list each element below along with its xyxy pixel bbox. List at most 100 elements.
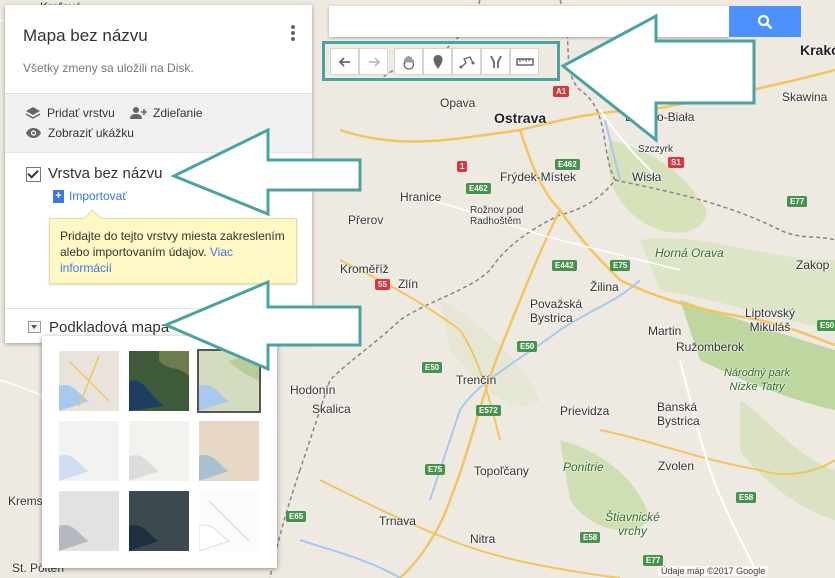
save-status: Všetky zmeny sa uložili na Disk. <box>23 61 194 75</box>
basemap-thumb-whitewater[interactable] <box>199 491 259 551</box>
map-city-label: Rožnov pod Radhoštěm <box>470 205 524 227</box>
draw-line-button[interactable] <box>452 48 481 75</box>
road-shield: E50 <box>422 362 443 373</box>
map-city-label: Hodonín <box>290 383 336 397</box>
road-shield: E65 <box>286 511 307 522</box>
draw-line-icon <box>459 55 474 68</box>
add-layer-label: Pridať vrstvu <box>47 106 115 120</box>
map-city-label: Hranice <box>400 190 442 204</box>
road-shield: S1 <box>668 157 684 168</box>
road-shield: E442 <box>552 260 577 271</box>
marker-icon <box>433 54 442 69</box>
road-shield: E50 <box>517 341 538 352</box>
road-shield: E77 <box>643 555 664 566</box>
search-icon <box>757 14 773 29</box>
map-attribution: Údaje máp ©2017 Google <box>658 566 769 576</box>
search-input[interactable] <box>329 6 729 37</box>
basemap-thumb-light-landmass[interactable] <box>59 491 119 551</box>
map-city-label: Szczyrk <box>638 144 673 155</box>
map-city-label: Skawina <box>782 90 828 104</box>
map-city-label: Nitra <box>470 532 496 546</box>
search-button[interactable] <box>729 6 801 37</box>
map-city-label: Ružomberok <box>676 340 745 354</box>
basemap-thumb-simple-atlas[interactable] <box>199 421 259 481</box>
map-city-label: Ostrava <box>494 110 547 126</box>
undo-icon <box>338 56 350 67</box>
map-city-label: Krakó <box>800 42 835 58</box>
add-marker-button[interactable] <box>423 48 452 75</box>
add-directions-button[interactable] <box>481 48 510 75</box>
basemap-thumb-dark-landmass[interactable] <box>129 491 189 551</box>
map-toolbar <box>322 41 560 81</box>
ruler-icon <box>515 57 534 66</box>
panel-actions: Pridať vrstvu Zdieľanie Zobraziť ukážku <box>5 93 312 153</box>
road-shield: 1 <box>457 161 468 172</box>
map-region-label: Štiavnické vrchy <box>605 510 660 538</box>
map-city-label: Trnava <box>379 514 416 528</box>
layer-name[interactable]: Vrstva bez názvu <box>48 165 163 182</box>
map-region-label: Národný park Nízke Tatry <box>723 367 791 393</box>
more-options-icon[interactable] <box>289 25 297 43</box>
road-shield: E58 <box>580 532 601 543</box>
map-title[interactable]: Mapa bez názvu <box>23 26 148 46</box>
road-shield: A1 <box>553 86 570 97</box>
road-shield: E50 <box>817 320 835 331</box>
road-shield: E75 <box>425 464 446 475</box>
import-label: Importovať <box>69 189 127 203</box>
map-city-label: Opava <box>440 96 476 110</box>
map-city-label: Zakop <box>796 258 830 272</box>
basemap-thumb-satellite[interactable] <box>129 351 189 411</box>
route-icon <box>489 55 502 68</box>
add-layer-button[interactable]: Pridať vrstvu <box>25 106 115 120</box>
basemap-thumb-mono-city[interactable] <box>129 421 189 481</box>
map-city-label: Topoľčany <box>474 464 529 478</box>
undo-button[interactable] <box>330 48 359 75</box>
basemap-label: Podkladová mapa <box>49 319 170 336</box>
panel-header: Mapa bez názvu Všetky zmeny sa uložili n… <box>5 5 312 93</box>
map-city-label: Považská Bystrica <box>530 297 583 325</box>
preview-label: Zobraziť ukážku <box>48 126 134 140</box>
road-shield: E572 <box>476 405 501 416</box>
map-city-label: Zvolen <box>658 459 695 473</box>
map-city-label: Trenčín <box>456 373 497 387</box>
preview-button[interactable]: Zobraziť ukážku <box>25 126 134 140</box>
import-link[interactable]: + Importovať <box>53 189 127 203</box>
basemap-gallery <box>42 336 277 568</box>
map-city-label: Prievidza <box>560 404 610 418</box>
map-city-label: Krems <box>8 494 43 508</box>
map-city-label: Zlín <box>398 277 419 291</box>
chevron-down-icon[interactable] <box>28 321 41 333</box>
map-city-label: Liptovský Mikuláš <box>744 306 796 334</box>
road-shield: E77 <box>787 196 808 207</box>
basemap-thumb-terrain[interactable] <box>197 349 261 413</box>
road-shield: E58 <box>736 492 757 503</box>
hand-icon <box>402 55 414 70</box>
tip-text: Pridajte do tejto vrstvy miesta zakresle… <box>60 229 285 259</box>
road-shield: E75 <box>610 260 631 271</box>
map-region-label: Horná Orava <box>655 246 724 260</box>
map-city-label: Banská Bystrica <box>657 400 700 428</box>
layer-section: Vrstva bez názvu + Importovať Pridajte d… <box>5 152 312 307</box>
map-region-label: Ponitrie <box>563 460 604 474</box>
map-city-label: Martin <box>648 324 682 338</box>
road-shield: 55 <box>375 279 390 290</box>
basemap-thumb-map[interactable] <box>59 351 119 411</box>
measure-button[interactable] <box>510 48 539 75</box>
layer-visibility-checkbox[interactable] <box>26 167 41 182</box>
redo-icon <box>368 56 380 67</box>
import-icon: + <box>53 189 64 203</box>
map-city-label: Kroměříž <box>340 262 389 276</box>
eye-icon <box>26 128 41 138</box>
map-panel: Mapa bez názvu Všetky zmeny sa uložili n… <box>5 5 312 343</box>
basemap-thumb-light-political[interactable] <box>59 421 119 481</box>
redo-button[interactable] <box>359 48 388 75</box>
map-city-label: Wisła <box>632 170 662 184</box>
pan-tool-button[interactable] <box>394 48 423 75</box>
map-city-label: Přerov <box>348 213 384 227</box>
map-city-label: Bielsko-Biała <box>625 110 695 124</box>
share-label: Zdieľanie <box>153 106 203 120</box>
map-city-label: Skalica <box>312 402 351 416</box>
share-button[interactable]: Zdieľanie <box>129 106 203 120</box>
map-city-label: Frýdek-Místek <box>500 170 577 184</box>
road-shield: E462 <box>555 159 580 170</box>
